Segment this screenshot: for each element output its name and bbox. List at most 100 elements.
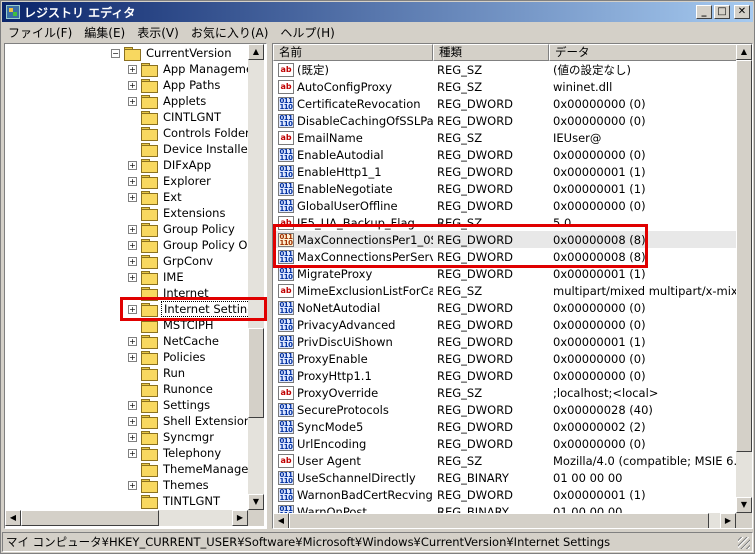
tree-item[interactable]: + Settings	[128, 397, 212, 413]
tree-item[interactable]: + App Paths	[128, 77, 222, 93]
tree-scroll-thumb[interactable]	[248, 328, 264, 418]
tree-item[interactable]: Internet	[128, 285, 211, 301]
expand-icon[interactable]: +	[128, 272, 137, 282]
table-row[interactable]: ab IE5_UA_Backup_Flag REG_SZ 5.0	[273, 214, 739, 231]
close-button[interactable]: ✕	[734, 5, 750, 19]
list-scroll-thumb[interactable]	[736, 60, 752, 452]
table-row[interactable]: 011 110 MigrateProxy REG_DWORD 0x00000001 (…	[273, 265, 739, 282]
tree-item[interactable]: + Group Policy	[128, 221, 237, 237]
table-row[interactable]: 011 110 SecureProtocols REG_DWORD 0x0000002…	[273, 401, 739, 418]
tree-item[interactable]: TINTLGNT	[128, 493, 222, 509]
list-horizontal-scrollbar[interactable]: ◀ ▶	[273, 513, 736, 528]
tree-scroll-right-button[interactable]: ▶	[232, 510, 248, 526]
tree-item[interactable]: + Group Policy Obj	[128, 237, 248, 253]
tree-item[interactable]: + Telephony	[128, 445, 223, 461]
table-row[interactable]: ab ProxyOverride REG_SZ ;localhost;<local>	[273, 384, 739, 401]
expand-icon[interactable]: +	[128, 240, 137, 250]
list-vertical-scrollbar[interactable]: ▲ ▼	[736, 44, 752, 513]
tree-item[interactable]: + IME	[128, 269, 186, 285]
table-row[interactable]: ab EmailName REG_SZ IEUser@	[273, 129, 739, 146]
resize-grip[interactable]	[738, 537, 750, 549]
table-row[interactable]: 011 110 UseSchannelDirectly REG_BINARY 01 0…	[273, 469, 739, 486]
table-row[interactable]: 011 110 PrivacyAdvanced REG_DWORD 0x0000000…	[273, 316, 739, 333]
tree-item[interactable]: Device Installer	[128, 141, 248, 157]
tree-item[interactable]: + Internet Settings	[128, 301, 248, 317]
tree-item[interactable]: ThemeManager	[128, 461, 248, 477]
expand-icon[interactable]: +	[128, 336, 137, 346]
table-row[interactable]: 011 110 UrlEncoding REG_DWORD 0x00000000 (0…	[273, 435, 739, 452]
expand-icon[interactable]: +	[128, 96, 137, 106]
tree-item[interactable]: + Explorer	[128, 173, 213, 189]
tree-item[interactable]: + GrpConv	[128, 253, 215, 269]
expand-icon[interactable]: +	[128, 416, 137, 426]
expand-icon[interactable]: +	[128, 432, 137, 442]
expand-icon[interactable]: +	[128, 160, 137, 170]
table-row[interactable]: 011 110 SyncMode5 REG_DWORD 0x00000002 (2)	[273, 418, 739, 435]
list-scroll-right-button[interactable]: ▶	[720, 513, 736, 528]
menu-file[interactable]: ファイル(F)	[2, 24, 78, 41]
tree-item[interactable]: Extensions	[128, 205, 227, 221]
tree-scroll-down-button[interactable]: ▼	[248, 494, 264, 510]
table-row[interactable]: ab User Agent REG_SZ Mozilla/4.0 (compatibl…	[273, 452, 739, 469]
table-row[interactable]: 011 110 ProxyEnable REG_DWORD 0x00000000 (0…	[273, 350, 739, 367]
column-header-name[interactable]: 名前	[273, 44, 433, 61]
table-row[interactable]: ab AutoConfigProxy REG_SZ wininet.dll	[273, 78, 739, 95]
table-row[interactable]: ab (既定) REG_SZ (値の設定なし)	[273, 61, 739, 78]
menu-edit[interactable]: 編集(E)	[78, 24, 131, 41]
table-row[interactable]: 011 110WarnOnPost REG_BINARY 01 00 00 00	[273, 503, 739, 513]
expand-icon[interactable]: +	[128, 176, 137, 186]
maximize-button[interactable]: □	[714, 5, 730, 19]
tree-item[interactable]: + Ext	[128, 189, 184, 205]
expand-icon[interactable]: +	[128, 224, 137, 234]
menu-view[interactable]: 表示(V)	[131, 24, 185, 41]
tree-scroll-left-button[interactable]: ◀	[5, 510, 21, 526]
table-row[interactable]: 011 110 CertificateRevocation REG_DWORD 0x0…	[273, 95, 739, 112]
menu-favorites[interactable]: お気に入り(A)	[185, 24, 275, 41]
expand-icon[interactable]: +	[128, 192, 137, 202]
expand-icon[interactable]: +	[128, 64, 137, 74]
table-row[interactable]: 011 110 EnableHttp1_1 REG_DWORD 0x00000001 …	[273, 163, 739, 180]
table-row[interactable]: 011 110MaxConnectionsPer1_0Server REG_DWO…	[273, 231, 739, 248]
tree-item[interactable]: CINTLGNT	[128, 109, 223, 125]
expand-icon[interactable]: +	[128, 352, 137, 362]
column-header-data[interactable]: データ	[549, 44, 739, 61]
expand-icon[interactable]: +	[128, 480, 137, 490]
table-row[interactable]: 011 110 EnableAutodial REG_DWORD 0x00000000…	[273, 146, 739, 163]
minimize-button[interactable]: _	[696, 5, 712, 19]
list-scroll-down-button[interactable]: ▼	[736, 497, 752, 513]
tree-item[interactable]: Runonce	[128, 381, 215, 397]
tree-item[interactable]: + Themes	[128, 477, 211, 493]
tree-item[interactable]: + NetCache	[128, 333, 221, 349]
expand-icon[interactable]: +	[128, 448, 137, 458]
table-row[interactable]: 011 110DisableCachingOfSSLPag... REG_DWOR…	[273, 112, 739, 129]
tree-horizontal-scrollbar[interactable]: ◀ ▶	[5, 510, 248, 526]
title-bar[interactable]: レジストリ エディタ _ □ ✕	[2, 2, 753, 22]
tree-item[interactable]: + Applets	[128, 93, 208, 109]
column-header-type[interactable]: 種類	[433, 44, 549, 61]
tree-hscroll-thumb[interactable]	[21, 510, 159, 526]
list-scroll-up-button[interactable]: ▲	[736, 44, 752, 60]
table-row[interactable]: 011 110 ProxyHttp1.1 REG_DWORD 0x00000000 (…	[273, 367, 739, 384]
list-scroll-left-button[interactable]: ◀	[273, 513, 289, 528]
table-row[interactable]: ab MimeExclusionListForCa... REG_SZ multipa…	[273, 282, 739, 299]
tree-item[interactable]: + Syncmgr	[128, 429, 216, 445]
tree-item[interactable]: + Shell Extensions	[128, 413, 248, 429]
tree-item[interactable]: MSTCIPH	[128, 317, 216, 333]
table-row[interactable]: 011 110 NoNetAutodial REG_DWORD 0x00000000 …	[273, 299, 739, 316]
menu-help[interactable]: ヘルプ(H)	[274, 24, 340, 41]
table-row[interactable]: 011 110 PrivDiscUiShown REG_DWORD 0x0000000…	[273, 333, 739, 350]
tree-scroll-up-button[interactable]: ▲	[248, 44, 264, 60]
collapse-icon[interactable]: −	[111, 48, 120, 58]
list-hscroll-thumb[interactable]	[289, 513, 709, 528]
tree-item[interactable]: + App Management	[128, 61, 248, 77]
expand-icon[interactable]: +	[128, 304, 137, 314]
tree-item[interactable]: Run	[128, 365, 187, 381]
table-row[interactable]: 011 110 WarnonBadCertRecving REG_DWORD 0x00…	[273, 486, 739, 503]
tree-item[interactable]: + DIFxApp	[128, 157, 213, 173]
table-row[interactable]: 011 110 EnableNegotiate REG_DWORD 0x0000000…	[273, 180, 739, 197]
table-row[interactable]: 011 110 GlobalUserOffline REG_DWORD 0x00000…	[273, 197, 739, 214]
tree-vertical-scrollbar[interactable]: ▲ ▼	[248, 44, 264, 510]
table-row[interactable]: 011 110 MaxConnectionsPerServer REG_DWORD 0…	[273, 248, 739, 265]
expand-icon[interactable]: +	[128, 80, 137, 90]
expand-icon[interactable]: +	[128, 256, 137, 266]
